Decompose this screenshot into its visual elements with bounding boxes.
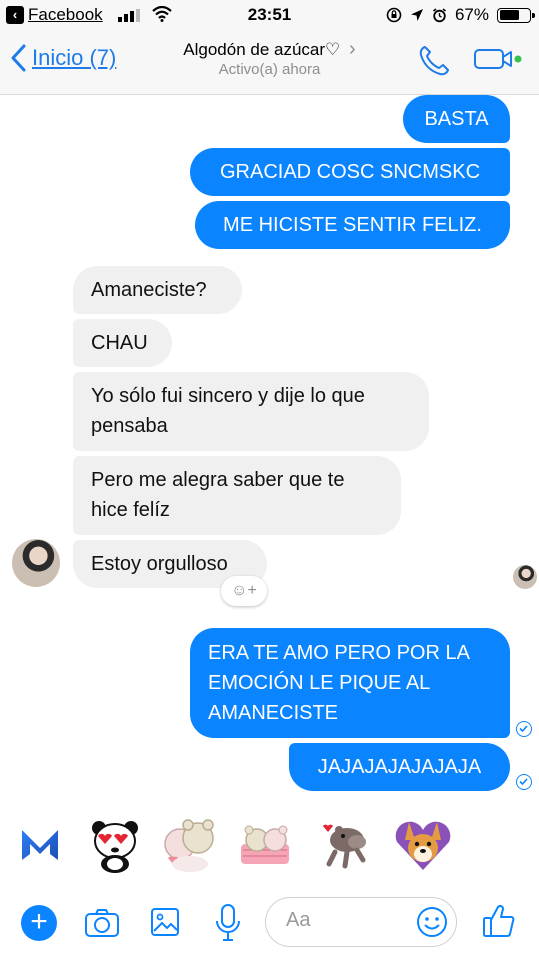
gallery-icon[interactable] (150, 907, 180, 937)
hippo-hearts-sticker[interactable] (315, 814, 375, 874)
conversation-header: Inicio (7) Algodón de azúcar♡ › Activo(a… (0, 30, 539, 95)
microphone-icon[interactable] (214, 903, 242, 943)
rotation-lock-icon (386, 7, 402, 23)
message-incoming[interactable]: CHAU (73, 319, 172, 367)
contact-avatar[interactable] (12, 539, 60, 587)
message-outgoing[interactable]: JAJAJAJAJAJAJA (289, 743, 510, 791)
message-incoming[interactable]: Yo sólo fui sincero y dije lo que pensab… (73, 372, 429, 451)
message-incoming[interactable]: Pero me alegra saber que te hice felíz (73, 456, 401, 535)
teddy-bears-hug-sticker[interactable] (160, 814, 220, 874)
thumbs-up-icon[interactable] (482, 903, 516, 939)
video-camera-icon[interactable] (473, 47, 525, 71)
contact-name-text: Algodón de azúcar♡ (183, 40, 341, 59)
message-outgoing[interactable]: GRACIAD COSC SNCMSKC (190, 148, 510, 196)
composer-bar: + Aa (0, 885, 539, 960)
plus-icon[interactable]: + (21, 905, 57, 941)
sticker-suggestions (0, 808, 539, 880)
message-placeholder: Aa (286, 909, 311, 931)
message-line: pensaba (91, 415, 168, 437)
add-reaction-icon: ☺+ (231, 582, 257, 599)
message-line: Yo sólo fui sincero y dije lo que (91, 385, 365, 407)
battery-percent: 67% (454, 5, 489, 24)
chevron-right-icon: › (349, 38, 356, 60)
delivered-check-icon (516, 774, 532, 790)
delivered-check-icon (516, 721, 532, 737)
messenger-m-icon[interactable] (10, 814, 70, 874)
active-status: Activo(a) ahora (218, 61, 321, 78)
message-outgoing[interactable]: ME HICISTE SENTIR FELIZ. (195, 201, 510, 249)
phone-icon[interactable] (417, 44, 451, 78)
message-input[interactable]: Aa (265, 897, 457, 947)
message-text: Amaneciste? (91, 279, 207, 301)
message-line: ERA TE AMO PERO POR LA (208, 642, 470, 664)
emoji-icon[interactable] (416, 906, 448, 938)
status-right: 67% (386, 5, 535, 25)
seen-avatar (513, 565, 537, 589)
message-text: GRACIAD COSC SNCMSKC (219, 161, 481, 183)
message-text: BASTA (424, 108, 489, 130)
message-line: hice felíz (91, 499, 170, 521)
panda-heart-eyes-sticker[interactable] (85, 814, 145, 874)
alarm-icon (432, 7, 446, 22)
camera-icon[interactable] (84, 907, 120, 939)
message-text: ME HICISTE SENTIR FELIZ. (223, 214, 482, 236)
message-text: CHAU (91, 332, 148, 354)
message-text: JAJAJAJAJAJAJA (317, 756, 482, 778)
add-reaction-button[interactable]: ☺+ (221, 576, 267, 606)
bears-in-bed-sticker[interactable] (235, 814, 295, 874)
message-incoming[interactable]: Amaneciste? (73, 266, 242, 314)
contact-name[interactable]: Algodón de azúcar♡ › (0, 38, 539, 61)
message-line: AMANECISTE (208, 702, 339, 724)
corgi-heart-sticker[interactable] (393, 814, 453, 874)
message-outgoing[interactable]: ERA TE AMO PERO POR LA EMOCIÓN LE PIQUE … (190, 628, 510, 738)
message-line: Pero me alegra saber que te (91, 469, 345, 491)
message-outgoing[interactable]: BASTA (403, 95, 510, 143)
status-bar: ‹ Facebook 23:51 67% (0, 0, 539, 30)
location-arrow-icon (410, 9, 423, 21)
message-line: EMOCIÓN LE PIQUE AL (208, 672, 431, 694)
message-text: Estoy orgulloso (91, 553, 228, 575)
battery-icon (497, 7, 535, 23)
battery-level (499, 10, 519, 20)
